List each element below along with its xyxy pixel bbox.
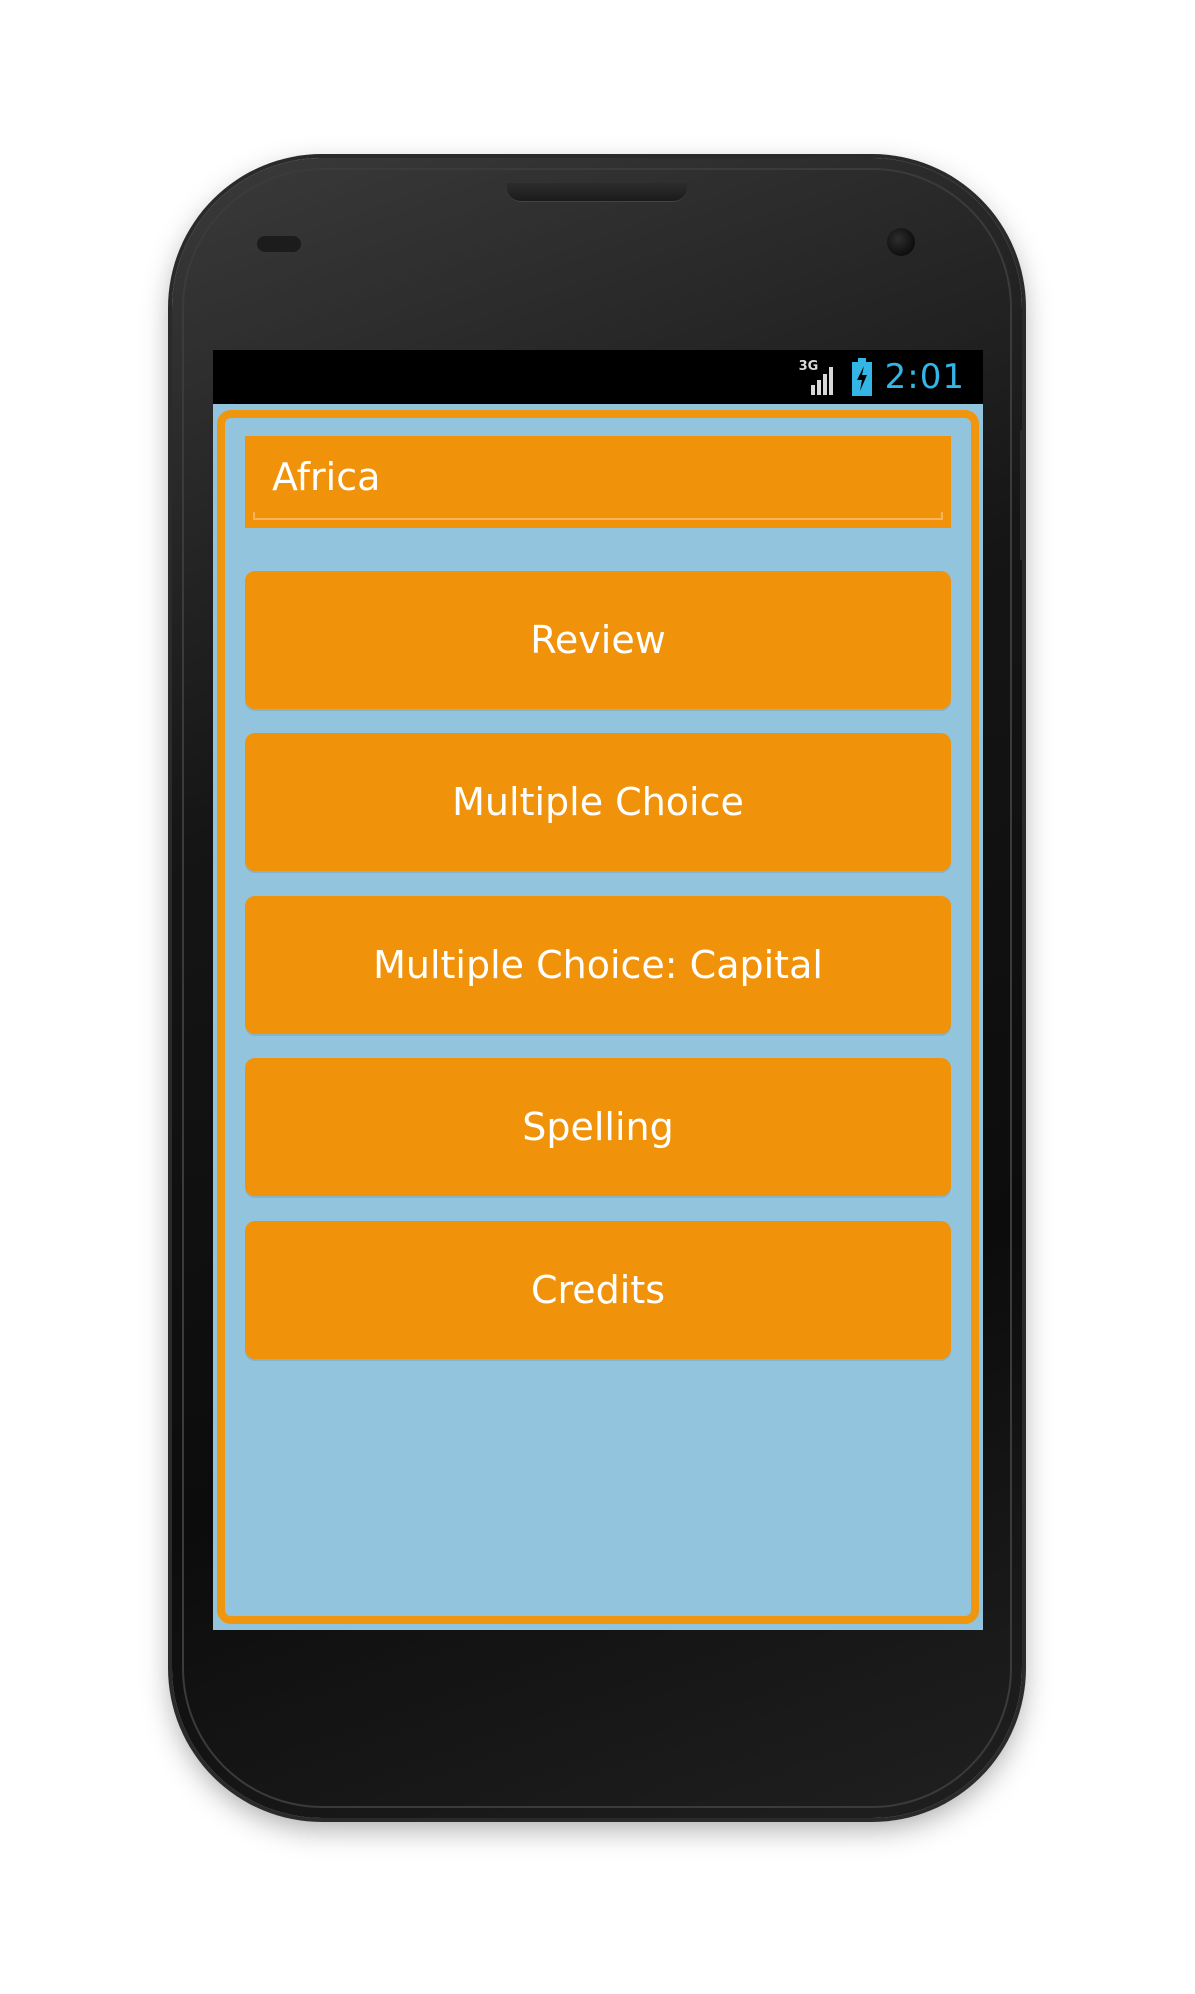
signal-bars-icon: 3G [799, 357, 839, 397]
multiple-choice-capital-button[interactable]: Multiple Choice: Capital [245, 896, 951, 1034]
power-button [1020, 430, 1026, 560]
title-input[interactable] [245, 436, 951, 528]
multiple-choice-button[interactable]: Multiple Choice [245, 733, 951, 871]
credits-button[interactable]: Credits [245, 1221, 951, 1359]
proximity-sensor [257, 236, 301, 252]
review-button[interactable]: Review [245, 571, 951, 709]
spelling-button[interactable]: Spelling [245, 1058, 951, 1196]
earpiece-speaker [507, 183, 687, 202]
front-camera-icon [887, 228, 915, 256]
app-container: Review Multiple Choice Multiple Choice: … [217, 410, 979, 1624]
title-field[interactable] [245, 436, 951, 528]
title-underline [253, 512, 943, 520]
status-icons: 3G 2:01 [799, 354, 965, 400]
battery-charging-icon [851, 358, 873, 396]
status-bar: 3G 2:01 [213, 350, 983, 404]
screen: 3G 2:01 Review [213, 350, 983, 1630]
status-clock: 2:01 [884, 357, 965, 397]
